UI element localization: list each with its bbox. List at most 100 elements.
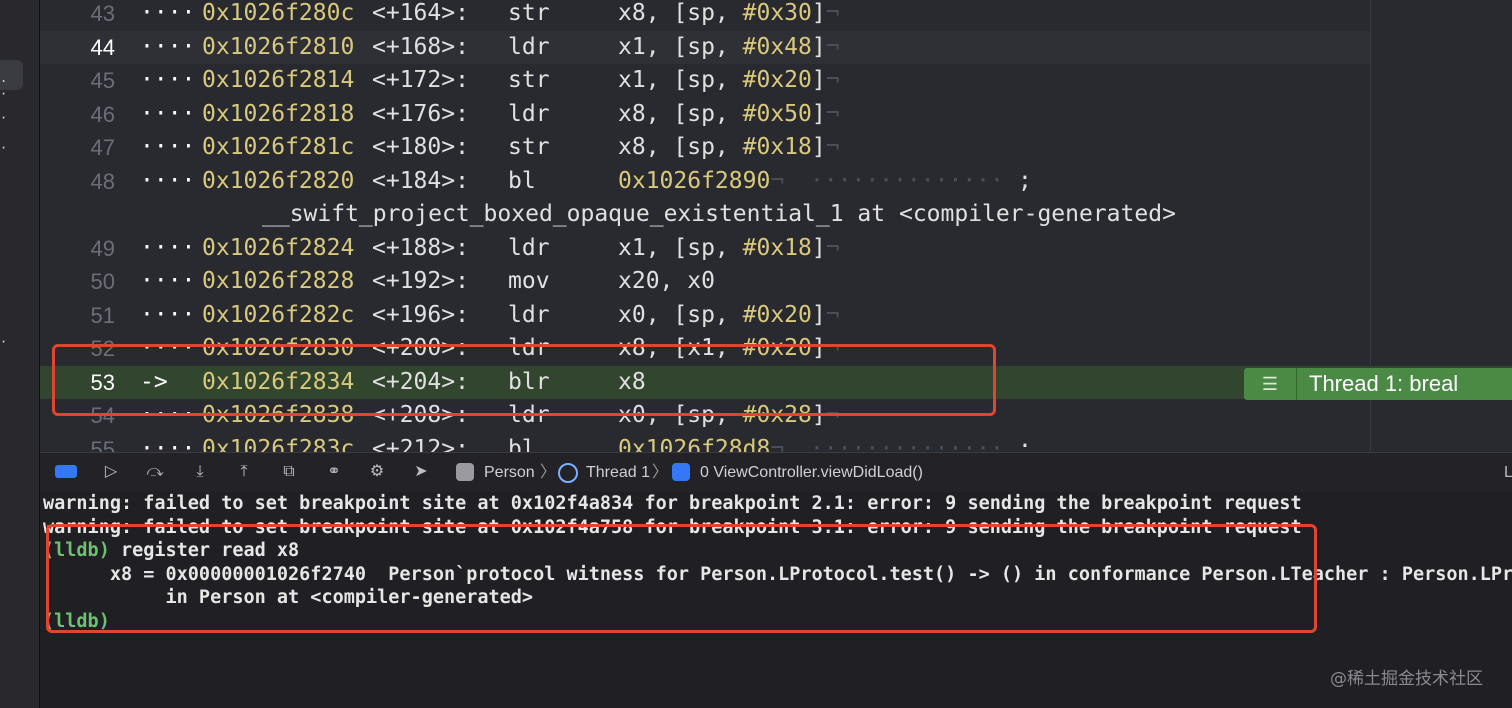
navigator-ellipsis: . [0, 71, 8, 85]
instruction-operand-close: ] [811, 301, 826, 328]
app-target-icon [456, 463, 474, 481]
whitespace-marker: ···· [140, 301, 196, 328]
instruction-offset: <+192>: [372, 268, 469, 294]
disassembly-continuation-line[interactable]: __swift_project_boxed_opaque_existential… [40, 198, 1370, 231]
instruction-offset: <+184>: [372, 167, 469, 194]
line-end-marker: ¬ [770, 167, 785, 194]
instruction-immediate: #0x18 [742, 234, 812, 261]
simulate-location-icon[interactable]: ➤ [410, 461, 432, 483]
instruction-operand-close: ] [811, 100, 826, 127]
line-number[interactable]: 44 [40, 31, 115, 64]
instruction-operands-text: x1, [sp, [618, 234, 743, 261]
line-number[interactable]: 47 [40, 131, 115, 164]
thread-indicator-badge[interactable]: ☰ Thread 1: breal [1244, 368, 1512, 400]
step-into-icon[interactable]: ⤓ [189, 461, 211, 483]
instruction-offset: <+168>: [372, 33, 469, 60]
comment-marker: ; [1018, 435, 1032, 453]
comment-marker: ; [1018, 167, 1032, 194]
instruction-immediate: #0x50 [742, 100, 812, 127]
instruction-address: 0x1026f2814 [202, 67, 355, 93]
instruction-offset: <+172>: [372, 67, 469, 93]
line-end-marker: ¬ [825, 0, 840, 26]
instruction-operands-text: x0, [sp, [618, 301, 743, 328]
continue-icon[interactable]: ▷ [100, 461, 122, 483]
breadcrumb-item-frame[interactable]: 0 ViewController.viewDidLoad() [700, 453, 923, 492]
instruction-operand-close: ] [811, 33, 826, 60]
step-over-icon[interactable]: ⤼ [144, 461, 166, 483]
line-number[interactable]: 50 [40, 265, 115, 298]
disassembly-line[interactable]: 43 ···· 0x1026f280c <+164>: str x8, [sp, #0x3… [40, 0, 1370, 30]
instruction-operands-text: x1, [sp, [618, 67, 743, 93]
line-end-marker: ¬ [825, 67, 840, 93]
view-hierarchy-icon[interactable]: ⧉ [278, 461, 300, 483]
line-number[interactable]: 48 [40, 165, 115, 198]
line-number[interactable]: 49 [40, 232, 115, 265]
whitespace-marker: ···· [140, 67, 196, 93]
disassembly-line[interactable]: 45 ···· 0x1026f2814 <+172>: str x1, [sp, #0x2… [40, 64, 1370, 97]
instruction-immediate: #0x20 [742, 67, 812, 93]
annotation-box-current-instruction [52, 344, 996, 416]
instruction-immediate: 0x1026f28d8 [618, 435, 771, 453]
instruction-operands-text: x8, [sp, [618, 100, 743, 127]
step-out-icon[interactable]: ⤒ [233, 461, 255, 483]
instruction-operands: x20, x0 [618, 268, 715, 294]
line-end-marker: ¬ [825, 100, 840, 127]
navigator-ellipsis: · [0, 87, 8, 101]
instruction-address: 0x1026f2818 [202, 100, 355, 127]
disassembly-line[interactable]: 51 ···· 0x1026f282c <+196>: ldr x0, [sp, #0x2… [40, 299, 1370, 332]
instruction-operand-close: ] [811, 134, 826, 160]
chevron-right-icon: 〉 [652, 464, 669, 481]
instruction-operands-text: x8, [sp, [618, 134, 743, 160]
line-number[interactable]: 46 [40, 98, 115, 131]
symbol-text: __swift_project_boxed_opaque_existential… [262, 201, 1176, 227]
line-number[interactable]: 45 [40, 64, 115, 97]
hamburger-icon[interactable]: ☰ [1244, 368, 1297, 400]
line-end-marker: ¬ [825, 301, 840, 328]
disassembly-line[interactable]: 47 ···· 0x1026f281c <+180>: str x8, [sp, #0x1… [40, 131, 1370, 164]
navigator-ellipsis: · [0, 141, 8, 155]
line-end-marker: ¬ [825, 134, 840, 160]
line-end-marker: ¬ [825, 33, 840, 60]
console-text: warning: failed to set breakpoint site a… [43, 493, 1302, 514]
instruction-address: 0x1026f2828 [202, 268, 355, 294]
instruction-offset: <+188>: [372, 234, 469, 261]
annotation-box-register-output [46, 524, 1317, 633]
thread-icon [558, 463, 578, 483]
breadcrumb-item-thread[interactable]: Thread 1 [586, 453, 650, 492]
breakpoints-toggle-icon[interactable] [55, 465, 77, 478]
memory-graph-icon[interactable]: ⚭ [323, 461, 345, 483]
frame-icon [672, 463, 690, 481]
disassembly-line[interactable]: 44 ···· 0x1026f2810 <+168>: ldr x1, [sp, #0x4… [40, 30, 1370, 64]
whitespace-marker: ···· [140, 167, 196, 194]
thread-badge-label: Thread 1: breal [1309, 371, 1459, 396]
disassembly-line[interactable]: 48 ···· 0x1026f2820 <+184>: bl 0x1026f2890¬ ··… [40, 165, 1370, 198]
disassembly-line[interactable]: 55 ···· 0x1026f283c <+212>: bl 0x1026f28d8¬ ··… [40, 433, 1370, 453]
instruction-mnemonic: ldr [508, 100, 550, 127]
instruction-offset: <+212>: [372, 435, 469, 453]
instruction-immediate: #0x30 [742, 0, 812, 26]
disassembly-line[interactable]: 50 ···· 0x1026f2828 <+192>: mov x20, x0 [40, 265, 1370, 298]
disassembly-line[interactable]: 49 ···· 0x1026f2824 <+188>: ldr x1, [sp, #0x1… [40, 232, 1370, 265]
instruction-immediate: 0x1026f2890 [618, 167, 771, 194]
debug-toolbar: ▷ ⤼ ⤓ ⤒ ⧉ ⚭ ⚙ ➤ Person 〉 Thread 1 〉 0 Vi… [40, 452, 1512, 493]
line-number[interactable]: 51 [40, 299, 115, 332]
line-number[interactable]: 55 [40, 433, 115, 453]
whitespace-marker: ···· [140, 268, 196, 294]
instruction-offset: <+176>: [372, 100, 469, 127]
whitespace-marker: ···· [140, 234, 196, 261]
line-end-marker: ¬ [825, 234, 840, 261]
whitespace-marker: ···· [140, 435, 196, 453]
instruction-operand-close: ] [811, 67, 826, 93]
instruction-offset: <+196>: [372, 301, 469, 328]
breadcrumb-item-target[interactable]: Person [484, 453, 535, 492]
instruction-mnemonic: ldr [508, 33, 550, 60]
line-end-marker: ¬ [770, 435, 785, 453]
whitespace-marker: ···· [140, 0, 196, 26]
disassembly-line[interactable]: 46 ···· 0x1026f2818 <+176>: ldr x8, [sp, #0x5… [40, 98, 1370, 131]
instruction-immediate: #0x20 [742, 301, 812, 328]
environment-overrides-icon[interactable]: ⚙ [366, 461, 388, 483]
watermark: @稀土掘金技术社区 [1330, 669, 1483, 689]
instruction-operands-text: x1, [sp, [618, 33, 743, 60]
instruction-address: 0x1026f283c [202, 435, 355, 453]
line-number[interactable]: 43 [40, 0, 115, 30]
